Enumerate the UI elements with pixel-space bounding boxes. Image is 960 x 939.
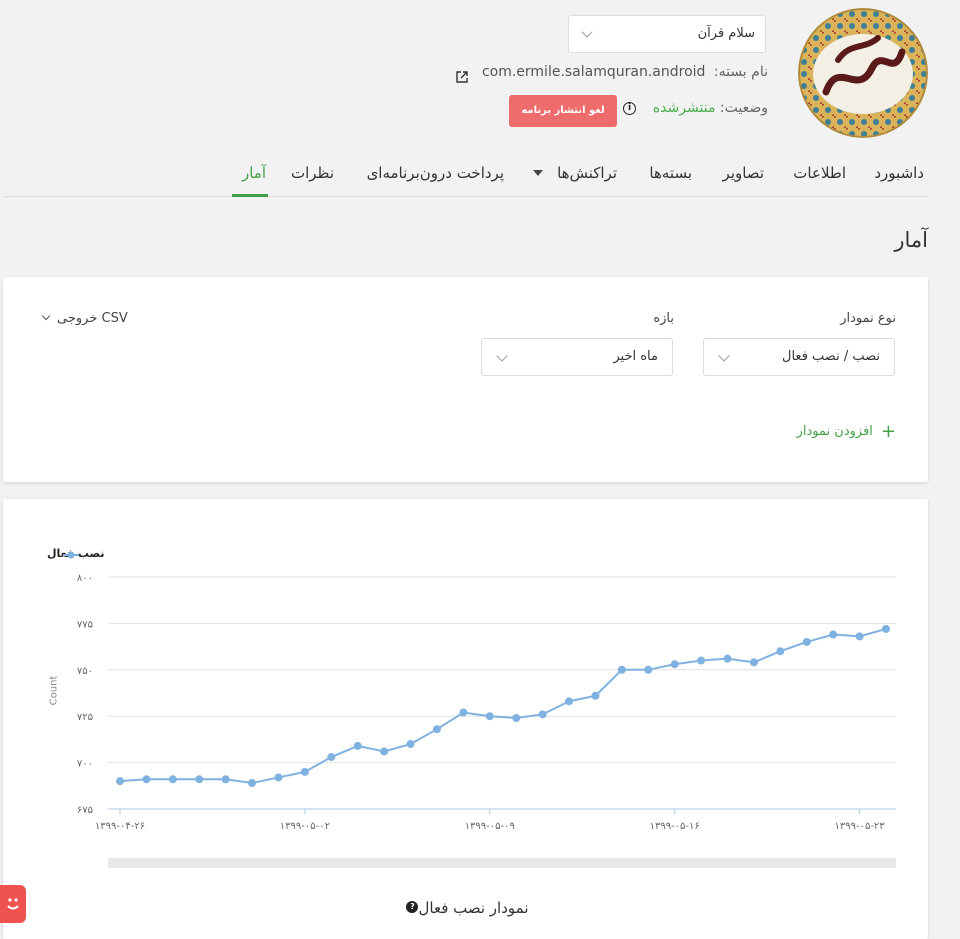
data-point (406, 740, 415, 749)
x-tick-label: ۱۳۹۹-۰۵-۲۳ (834, 821, 885, 832)
y-tick-label: ۶۷۵ (77, 805, 93, 816)
tab-in-app-payment[interactable]: پرداخت درون‌برنامه‌ای (367, 164, 504, 182)
data-point (855, 632, 864, 641)
range-select[interactable]: ماه اخیر (481, 338, 673, 376)
data-point (697, 656, 706, 665)
data-point (802, 637, 811, 646)
info-icon[interactable]: i (623, 102, 636, 115)
x-tick-label: ۱۳۹۹-۰۵-۰۹ (465, 821, 515, 832)
data-point (221, 775, 230, 784)
range-label: بازه (653, 311, 674, 326)
data-point (353, 741, 362, 750)
tab-stats[interactable]: آمار (242, 164, 266, 182)
app-select-value: سلام قرآن (697, 26, 755, 41)
chat-widget-button[interactable] (0, 885, 26, 923)
help-icon[interactable]: ? (406, 901, 419, 913)
data-point (538, 710, 547, 719)
caret-down-icon[interactable] (533, 170, 543, 176)
range-value: ماه اخیر (613, 349, 658, 364)
data-point (565, 697, 574, 706)
x-tick-label: ۱۳۹۹-۰۵-۱۶ (650, 821, 700, 832)
data-point (380, 747, 389, 756)
active-tab-indicator (232, 194, 268, 197)
chart-caption-text: نمودار نصب فعال (418, 899, 529, 917)
data-point (327, 753, 336, 762)
chart-type-value: نصب / نصب فعال (782, 349, 880, 364)
add-chart-button[interactable]: + افزودن نمودار (797, 421, 896, 442)
data-point (512, 714, 521, 723)
chart-type-select[interactable]: نصب / نصب فعال (703, 338, 895, 376)
data-point (459, 708, 468, 717)
tab-transactions[interactable]: تراکنش‌ها (557, 164, 617, 182)
y-tick-label: ۷۵۰ (77, 666, 93, 677)
data-point (195, 775, 204, 784)
data-point (644, 665, 653, 674)
data-point (248, 779, 257, 788)
page-title: آمار (894, 228, 928, 252)
y-tick-label: ۷۰۰ (77, 759, 93, 770)
x-tick-label: ۱۳۹۹-۰۴-۲۶ (95, 821, 145, 832)
tab-bar: داشبورد اطلاعات تصاویر بسته‌ها تراکنش‌ها… (4, 150, 928, 197)
external-link-icon[interactable] (456, 68, 468, 83)
data-point (432, 725, 441, 734)
data-point (617, 665, 626, 674)
y-tick-label: ۸۰۰ (77, 573, 93, 584)
data-point (591, 691, 600, 700)
data-point (670, 660, 679, 669)
plus-icon: + (880, 421, 896, 442)
chart-scrollbar[interactable] (108, 858, 896, 868)
data-point (142, 775, 151, 784)
package-row: نام بسته: com.ermile.salamquran.android (482, 64, 768, 80)
line-chart: ۶۷۵ ۷۰۰ ۷۲۵ ۷۵۰ ۷۷۵ ۸۰۰ ۱۳۹۹-۰۴-۲۶ ۱۳۹۹-۰۵-۰۲ ۱۳… (77, 573, 896, 832)
csv-export-label: خروجی CSV (57, 311, 128, 326)
x-tick-label: ۱۳۹۹-۰۵-۰۲ (280, 821, 330, 832)
chevron-down-icon (496, 350, 508, 362)
series-line (119, 628, 887, 785)
package-name: com.ermile.salamquran.android (481, 64, 706, 80)
app-select[interactable]: سلام قرآن (568, 15, 766, 53)
chart-caption: ? نمودار نصب فعال (3, 899, 928, 917)
chevron-down-icon (581, 26, 593, 38)
data-point (776, 647, 785, 656)
data-point (116, 777, 124, 786)
data-point (749, 658, 758, 667)
filter-card: نوع نمودار نصب / نصب فعال بازه ماه اخیر … (3, 277, 928, 482)
data-point (829, 630, 838, 639)
data-point (723, 654, 732, 663)
status-row: وضعیت: منتشرشده (653, 100, 768, 116)
chart-type-label: نوع نمودار (840, 311, 896, 326)
chevron-down-icon (718, 350, 730, 362)
add-chart-label: افزودن نمودار (796, 424, 873, 439)
status-label: وضعیت: (719, 100, 768, 116)
unpublish-button[interactable]: لغو انتشار برنامه (509, 95, 617, 127)
app-logo (798, 8, 928, 138)
chevron-down-icon (41, 311, 51, 321)
tab-reviews[interactable]: نظرات (291, 164, 334, 182)
csv-export-button[interactable]: خروجی CSV (41, 311, 128, 326)
data-point (300, 767, 309, 776)
y-tick-label: ۷۷۵ (77, 619, 93, 630)
tab-packages[interactable]: بسته‌ها (649, 164, 692, 182)
y-tick-label: ۷۲۵ (77, 712, 93, 723)
data-point (168, 775, 177, 784)
tab-screenshots[interactable]: تصاویر (723, 164, 764, 182)
data-point (882, 624, 890, 633)
chart-card: نصب فعال Count ۶۷۵ ۷۰۰ ۷۲۵ ۷۵۰ ۷۷۵ ۸۰۰ ۱۳۹۹-۰۴… (3, 499, 928, 939)
status-value: منتشرشده (652, 100, 716, 116)
tab-info[interactable]: اطلاعات (793, 164, 846, 182)
data-point (274, 773, 283, 782)
package-label: نام بسته: (713, 64, 768, 80)
data-point (485, 712, 494, 721)
tab-dashboard[interactable]: داشبورد (874, 164, 924, 182)
